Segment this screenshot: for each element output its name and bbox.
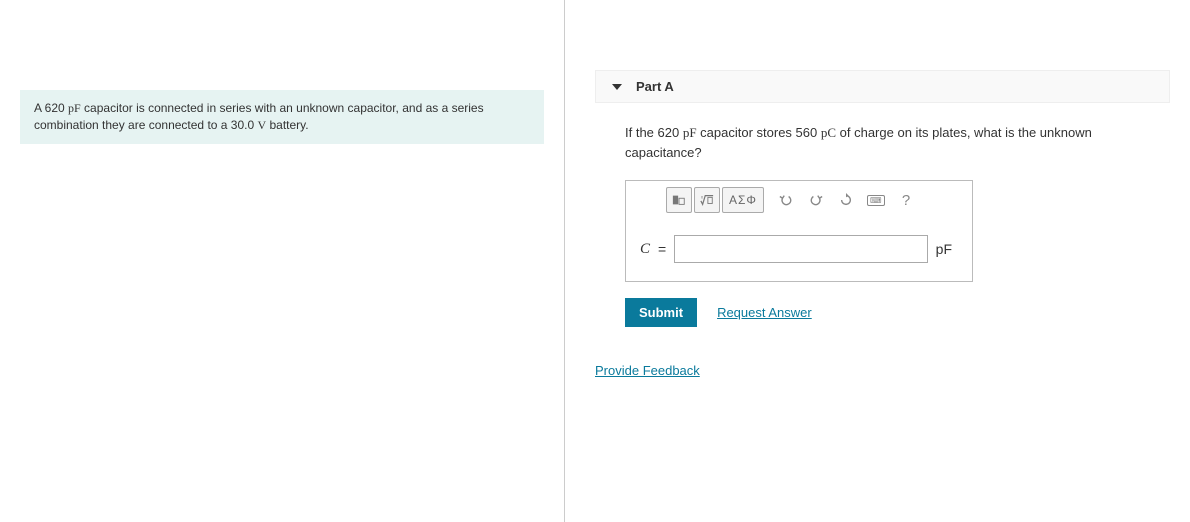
part-title: Part A xyxy=(636,79,674,94)
q-unit2: pC xyxy=(821,125,836,140)
submit-button[interactable]: Submit xyxy=(625,298,697,327)
answer-box: x ΑΣΦ ⌨ ? C = pF xyxy=(625,180,973,282)
radical-icon: x xyxy=(700,193,714,207)
problem-text-suffix: battery. xyxy=(266,118,308,132)
template-button[interactable] xyxy=(666,187,692,213)
redo-button[interactable] xyxy=(802,187,830,213)
equals-sign: = xyxy=(658,241,666,257)
redo-icon xyxy=(809,193,823,207)
answer-unit: pF xyxy=(936,241,958,257)
answer-panel: Part A If the 620 pF capacitor stores 56… xyxy=(565,0,1190,522)
question-text: If the 620 pF capacitor stores 560 pC of… xyxy=(625,123,1170,162)
answer-input[interactable] xyxy=(674,235,927,263)
radical-button[interactable]: x xyxy=(694,187,720,213)
q-unit1: pF xyxy=(683,125,697,140)
caret-down-icon xyxy=(612,84,622,90)
problem-unit1: pF xyxy=(68,101,81,115)
action-row: Submit Request Answer xyxy=(625,298,1170,327)
keyboard-icon: ⌨ xyxy=(867,195,885,206)
greek-button[interactable]: ΑΣΦ xyxy=(722,187,764,213)
undo-icon xyxy=(779,193,793,207)
svg-text:x: x xyxy=(701,194,704,199)
problem-text: A 620 xyxy=(34,101,68,115)
help-button[interactable]: ? xyxy=(892,187,920,213)
reset-icon xyxy=(839,193,853,207)
q-prefix: If the 620 xyxy=(625,125,683,140)
q-mid: capacitor stores 560 xyxy=(697,125,821,140)
undo-button[interactable] xyxy=(772,187,800,213)
problem-unit2: V xyxy=(257,118,266,132)
input-row: C = pF xyxy=(626,219,972,267)
feedback-row: Provide Feedback xyxy=(595,363,1170,378)
problem-panel: A 620 pF capacitor is connected in serie… xyxy=(0,0,565,522)
equation-toolbar: x ΑΣΦ ⌨ ? xyxy=(626,181,972,219)
part-header[interactable]: Part A xyxy=(595,70,1170,103)
request-answer-link[interactable]: Request Answer xyxy=(717,305,812,320)
problem-statement: A 620 pF capacitor is connected in serie… xyxy=(20,90,544,144)
keyboard-button[interactable]: ⌨ xyxy=(862,187,890,213)
provide-feedback-link[interactable]: Provide Feedback xyxy=(595,363,700,378)
variable-label: C xyxy=(640,241,650,258)
template-icon xyxy=(672,193,686,207)
reset-button[interactable] xyxy=(832,187,860,213)
